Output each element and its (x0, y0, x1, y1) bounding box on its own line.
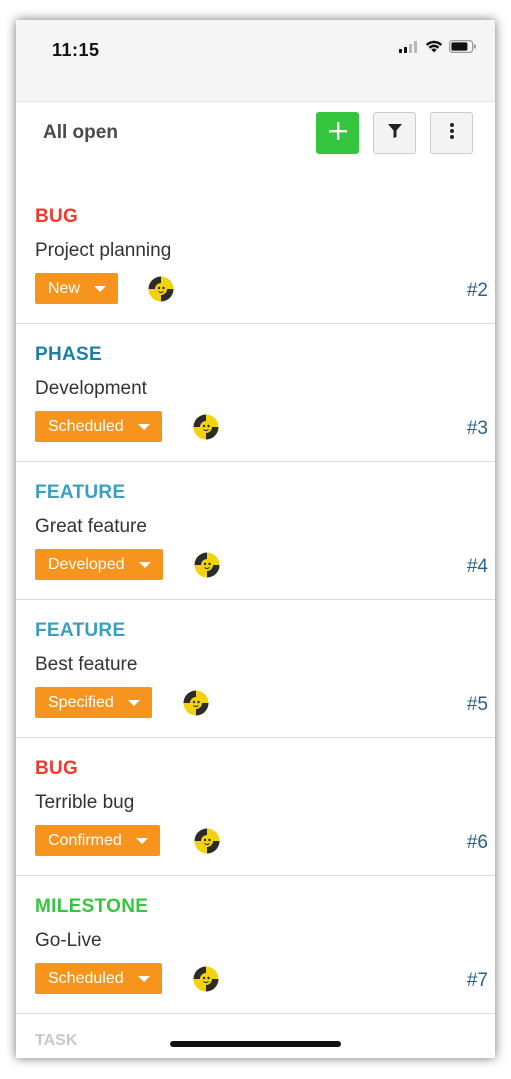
more-vertical-icon (449, 122, 455, 145)
user-avatar-icon[interactable] (193, 966, 219, 992)
caret-down-icon (135, 837, 148, 844)
user-avatar-icon[interactable] (194, 552, 220, 578)
user-avatar-icon[interactable] (183, 690, 209, 716)
item-id[interactable]: #5 (467, 694, 488, 716)
item-type: PHASE (35, 344, 102, 365)
list-item[interactable]: FEATURE Great feature Developed #4 (16, 462, 495, 600)
caret-down-icon (137, 423, 150, 430)
item-id[interactable]: #7 (467, 970, 488, 992)
status-label: Scheduled (48, 969, 124, 987)
wifi-icon (425, 40, 443, 58)
item-type: FEATURE (35, 482, 126, 503)
item-subject[interactable]: Best feature (35, 654, 137, 676)
caret-down-icon (137, 975, 150, 982)
status-dropdown[interactable]: Confirmed (35, 825, 160, 856)
status-bar: 11:15 (16, 20, 495, 102)
status-label: Confirmed (48, 831, 122, 849)
more-options-button[interactable] (430, 112, 473, 154)
list-title: All open (43, 122, 118, 143)
battery-icon (449, 40, 477, 58)
list-item[interactable]: BUG Terrible bug Confirmed #6 (16, 738, 495, 876)
work-package-list: BUG Project planning New #2 PHASE Develo… (16, 186, 495, 1054)
filter-button[interactable] (373, 112, 416, 154)
item-id[interactable]: #6 (467, 832, 488, 854)
item-type: BUG (35, 758, 79, 779)
add-button[interactable] (316, 112, 359, 154)
item-type: FEATURE (35, 620, 126, 641)
status-dropdown[interactable]: Developed (35, 549, 163, 580)
filter-icon (387, 123, 403, 144)
user-avatar-icon[interactable] (148, 276, 174, 302)
item-type: TASK (35, 1032, 78, 1049)
status-dropdown[interactable]: Scheduled (35, 963, 162, 994)
caret-down-icon (138, 561, 151, 568)
status-label: Developed (48, 555, 125, 573)
item-id[interactable]: #4 (467, 556, 488, 578)
status-label: New (48, 279, 81, 297)
list-item[interactable]: BUG Project planning New #2 (16, 186, 495, 324)
list-item[interactable]: PHASE Development Scheduled #3 (16, 324, 495, 462)
status-dropdown[interactable]: New (35, 273, 119, 304)
item-subject[interactable]: Terrible bug (35, 792, 134, 814)
caret-down-icon (127, 699, 140, 706)
user-avatar-icon[interactable] (194, 828, 220, 854)
status-dropdown[interactable]: Specified (35, 687, 152, 718)
user-avatar-icon[interactable] (193, 414, 219, 440)
list-item[interactable]: FEATURE Best feature Specified #5 (16, 600, 495, 738)
list-item[interactable]: MILESTONE Go-Live Scheduled #7 (16, 876, 495, 1014)
cellular-signal-icon (399, 40, 419, 58)
toolbar: All open (16, 102, 495, 164)
item-subject[interactable]: Great feature (35, 516, 147, 538)
phone-screen: 11:15 All open BUG Project planning New … (16, 20, 495, 1058)
item-subject[interactable]: Development (35, 378, 147, 400)
item-subject[interactable]: Go-Live (35, 930, 102, 952)
plus-icon (328, 121, 348, 146)
item-type: MILESTONE (35, 896, 149, 917)
list-item-partial[interactable]: TASK (16, 1014, 495, 1054)
item-id[interactable]: #2 (467, 280, 488, 302)
status-dropdown[interactable]: Scheduled (35, 411, 162, 442)
item-type: BUG (35, 206, 79, 227)
status-label: Specified (48, 693, 114, 711)
home-indicator[interactable] (170, 1041, 341, 1047)
caret-down-icon (94, 285, 107, 292)
item-subject[interactable]: Project planning (35, 240, 171, 262)
status-label: Scheduled (48, 417, 124, 435)
item-id[interactable]: #3 (467, 418, 488, 440)
status-icons (399, 40, 477, 58)
status-time: 11:15 (52, 40, 100, 60)
